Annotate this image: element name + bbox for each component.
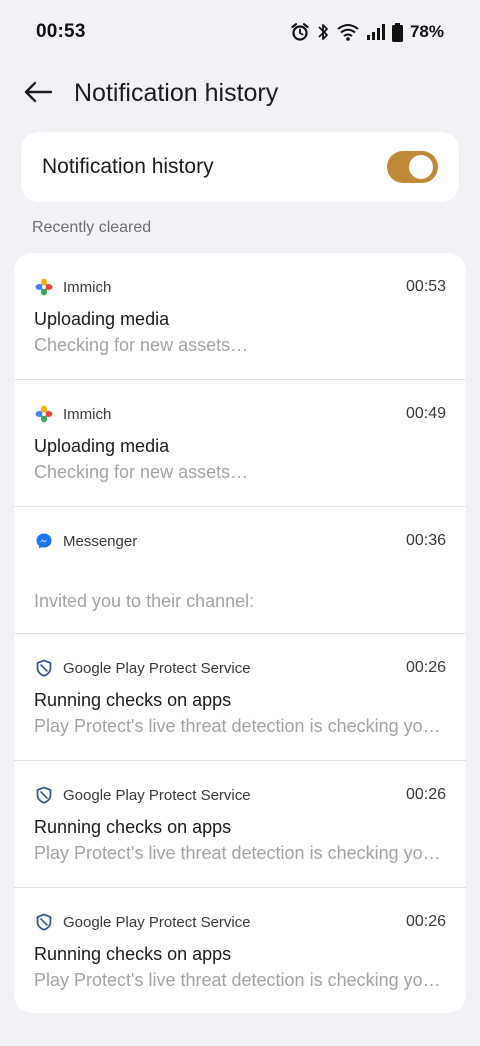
shield-icon bbox=[35, 659, 53, 677]
notification-app-name: Google Play Protect Service bbox=[63, 660, 251, 677]
notification-title: Running checks on apps bbox=[34, 944, 232, 964]
notification-app-name: Messenger bbox=[63, 533, 138, 550]
setting-label: Notification history bbox=[42, 155, 214, 178]
notification-text: Checking for new assets… bbox=[34, 462, 249, 482]
notification-app-name: Immich bbox=[63, 279, 112, 296]
notification-app-name: Google Play Protect Service bbox=[63, 787, 251, 804]
messenger-icon bbox=[35, 532, 53, 550]
notification-item[interactable]: Google Play Protect Service 00:26 Runnin… bbox=[14, 888, 466, 1013]
notification-title: Running checks on apps bbox=[34, 690, 232, 710]
notification-time: 00:36 bbox=[405, 532, 446, 549]
notification-time: 00:53 bbox=[405, 278, 446, 295]
immich-icon bbox=[35, 278, 53, 296]
app-bar: Notification history bbox=[0, 62, 480, 126]
notification-time: 00:26 bbox=[405, 913, 446, 930]
status-time: 00:53 bbox=[36, 21, 86, 42]
notification-app-name: Google Play Protect Service bbox=[63, 914, 251, 931]
notification-list: Immich 00:53 Uploading media Checking fo… bbox=[14, 253, 466, 1013]
notification-item[interactable]: Google Play Protect Service 00:26 Runnin… bbox=[14, 634, 466, 761]
notification-item[interactable]: Immich 00:49 Uploading media Checking fo… bbox=[14, 380, 466, 507]
notification-title: Running checks on apps bbox=[34, 817, 232, 837]
wifi-icon bbox=[336, 22, 360, 42]
shield-icon bbox=[35, 913, 53, 931]
battery-level: 78% bbox=[409, 22, 444, 41]
notification-app-name: Immich bbox=[63, 406, 112, 423]
notification-time: 00:26 bbox=[405, 659, 446, 676]
notification-item[interactable]: Messenger 00:36 Invited you to their cha… bbox=[14, 507, 466, 634]
notification-text: Checking for new assets… bbox=[34, 335, 249, 355]
notification-item[interactable]: Google Play Protect Service 00:26 Runnin… bbox=[14, 761, 466, 888]
notification-text: Invited you to their channel: bbox=[34, 591, 255, 611]
status-bar: 00:53 78% bbox=[0, 0, 480, 62]
notification-history-setting[interactable]: Notification history bbox=[21, 132, 459, 202]
notification-text: Play Protect's live threat detection is … bbox=[34, 843, 444, 863]
alarm-icon bbox=[290, 22, 310, 42]
notification-title: Uploading media bbox=[34, 309, 170, 329]
shield-icon bbox=[35, 786, 53, 804]
arrow-left-icon bbox=[23, 80, 53, 109]
signal-icon bbox=[366, 23, 386, 41]
page-title: Notification history bbox=[74, 79, 279, 107]
section-label-recently-cleared: Recently cleared bbox=[32, 219, 152, 236]
notification-text: Play Protect's live threat detection is … bbox=[34, 716, 444, 736]
status-icons: 78% bbox=[290, 20, 444, 44]
bluetooth-icon bbox=[316, 22, 330, 42]
toggle-knob bbox=[409, 155, 433, 179]
notification-history-toggle[interactable] bbox=[387, 151, 438, 183]
notification-item[interactable]: Immich 00:53 Uploading media Checking fo… bbox=[14, 253, 466, 380]
back-button[interactable] bbox=[18, 74, 58, 114]
notification-time: 00:49 bbox=[405, 405, 446, 422]
battery-icon bbox=[391, 22, 403, 42]
notification-time: 00:26 bbox=[405, 786, 446, 803]
notification-title: Uploading media bbox=[34, 436, 170, 456]
notification-text: Play Protect's live threat detection is … bbox=[34, 970, 444, 990]
immich-icon bbox=[35, 405, 53, 423]
